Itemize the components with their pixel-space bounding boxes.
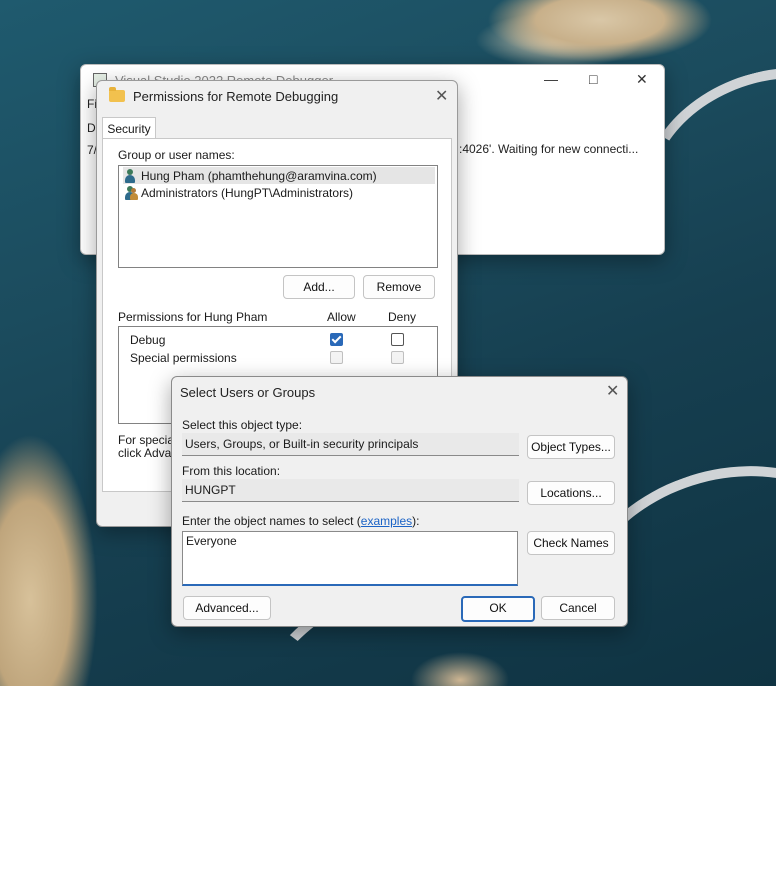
enter-names-label: Enter the object names to select (exampl… (182, 514, 419, 528)
location-label: From this location: (182, 464, 281, 478)
object-types-button[interactable]: Object Types... (527, 435, 615, 459)
group-icon (123, 185, 138, 200)
object-type-label: Select this object type: (182, 418, 303, 432)
list-item[interactable]: Administrators (HungPT\Administrators) (123, 184, 435, 201)
dialog-title: Select Users or Groups (180, 384, 316, 400)
enter-names-text: Enter the object names to select ( (182, 514, 361, 528)
user-icon (123, 168, 137, 183)
special-deny-checkbox (391, 351, 404, 364)
add-button[interactable]: Add... (283, 275, 355, 299)
debug-deny-checkbox[interactable] (391, 333, 404, 346)
allow-header: Allow (327, 310, 356, 324)
advanced-button[interactable]: Advanced... (183, 596, 271, 620)
dialog-title: Permissions for Remote Debugging (133, 88, 339, 104)
tab-security[interactable]: Security (102, 117, 156, 140)
enter-names-suffix: ): (412, 514, 420, 528)
permission-name: Debug (130, 333, 166, 347)
principal-name: Administrators (HungPT\Administrators) (141, 185, 354, 200)
close-button[interactable]: ✕ (606, 384, 619, 400)
select-users-dialog: Select Users or Groups ✕ Select this obj… (171, 376, 628, 627)
deny-header: Deny (388, 310, 417, 324)
maximize-button[interactable]: □ (589, 71, 597, 87)
location-field: HUNGPT (182, 479, 519, 502)
close-button[interactable]: ✕ (636, 71, 648, 88)
check-names-button[interactable]: Check Names (527, 531, 615, 555)
principal-name: Hung Pham (phamthehung@aramvina.com) (141, 168, 377, 183)
folder-icon (109, 87, 125, 102)
title-bar: Permissions for Remote Debugging (97, 81, 457, 111)
log-text: :4026'. Waiting for new connecti... (459, 142, 639, 156)
group-label: Group or user names: (118, 148, 235, 162)
footer-text: click Advan (118, 446, 179, 460)
special-allow-checkbox (330, 351, 343, 364)
permission-name: Special permissions (130, 351, 237, 365)
examples-link[interactable]: examples (361, 514, 412, 528)
footer-text: For special (118, 433, 177, 447)
object-names-value: Everyone (186, 534, 237, 548)
object-type-field: Users, Groups, or Built-in security prin… (182, 433, 519, 456)
locations-button[interactable]: Locations... (527, 481, 615, 505)
ok-button[interactable]: OK (461, 596, 535, 622)
remove-button[interactable]: Remove (363, 275, 435, 299)
debug-allow-checkbox[interactable] (330, 333, 343, 346)
list-item[interactable]: Hung Pham (phamthehung@aramvina.com) (123, 167, 435, 184)
title-bar: Select Users or Groups (172, 377, 627, 407)
object-names-input[interactable]: Everyone (182, 531, 518, 586)
principals-list[interactable]: Hung Pham (phamthehung@aramvina.com) Adm… (118, 165, 438, 268)
close-button[interactable]: ✕ (435, 89, 448, 105)
permissions-for-label: Permissions for Hung Pham (118, 310, 268, 324)
minimize-button[interactable]: — (544, 71, 558, 87)
cancel-button[interactable]: Cancel (541, 596, 615, 620)
